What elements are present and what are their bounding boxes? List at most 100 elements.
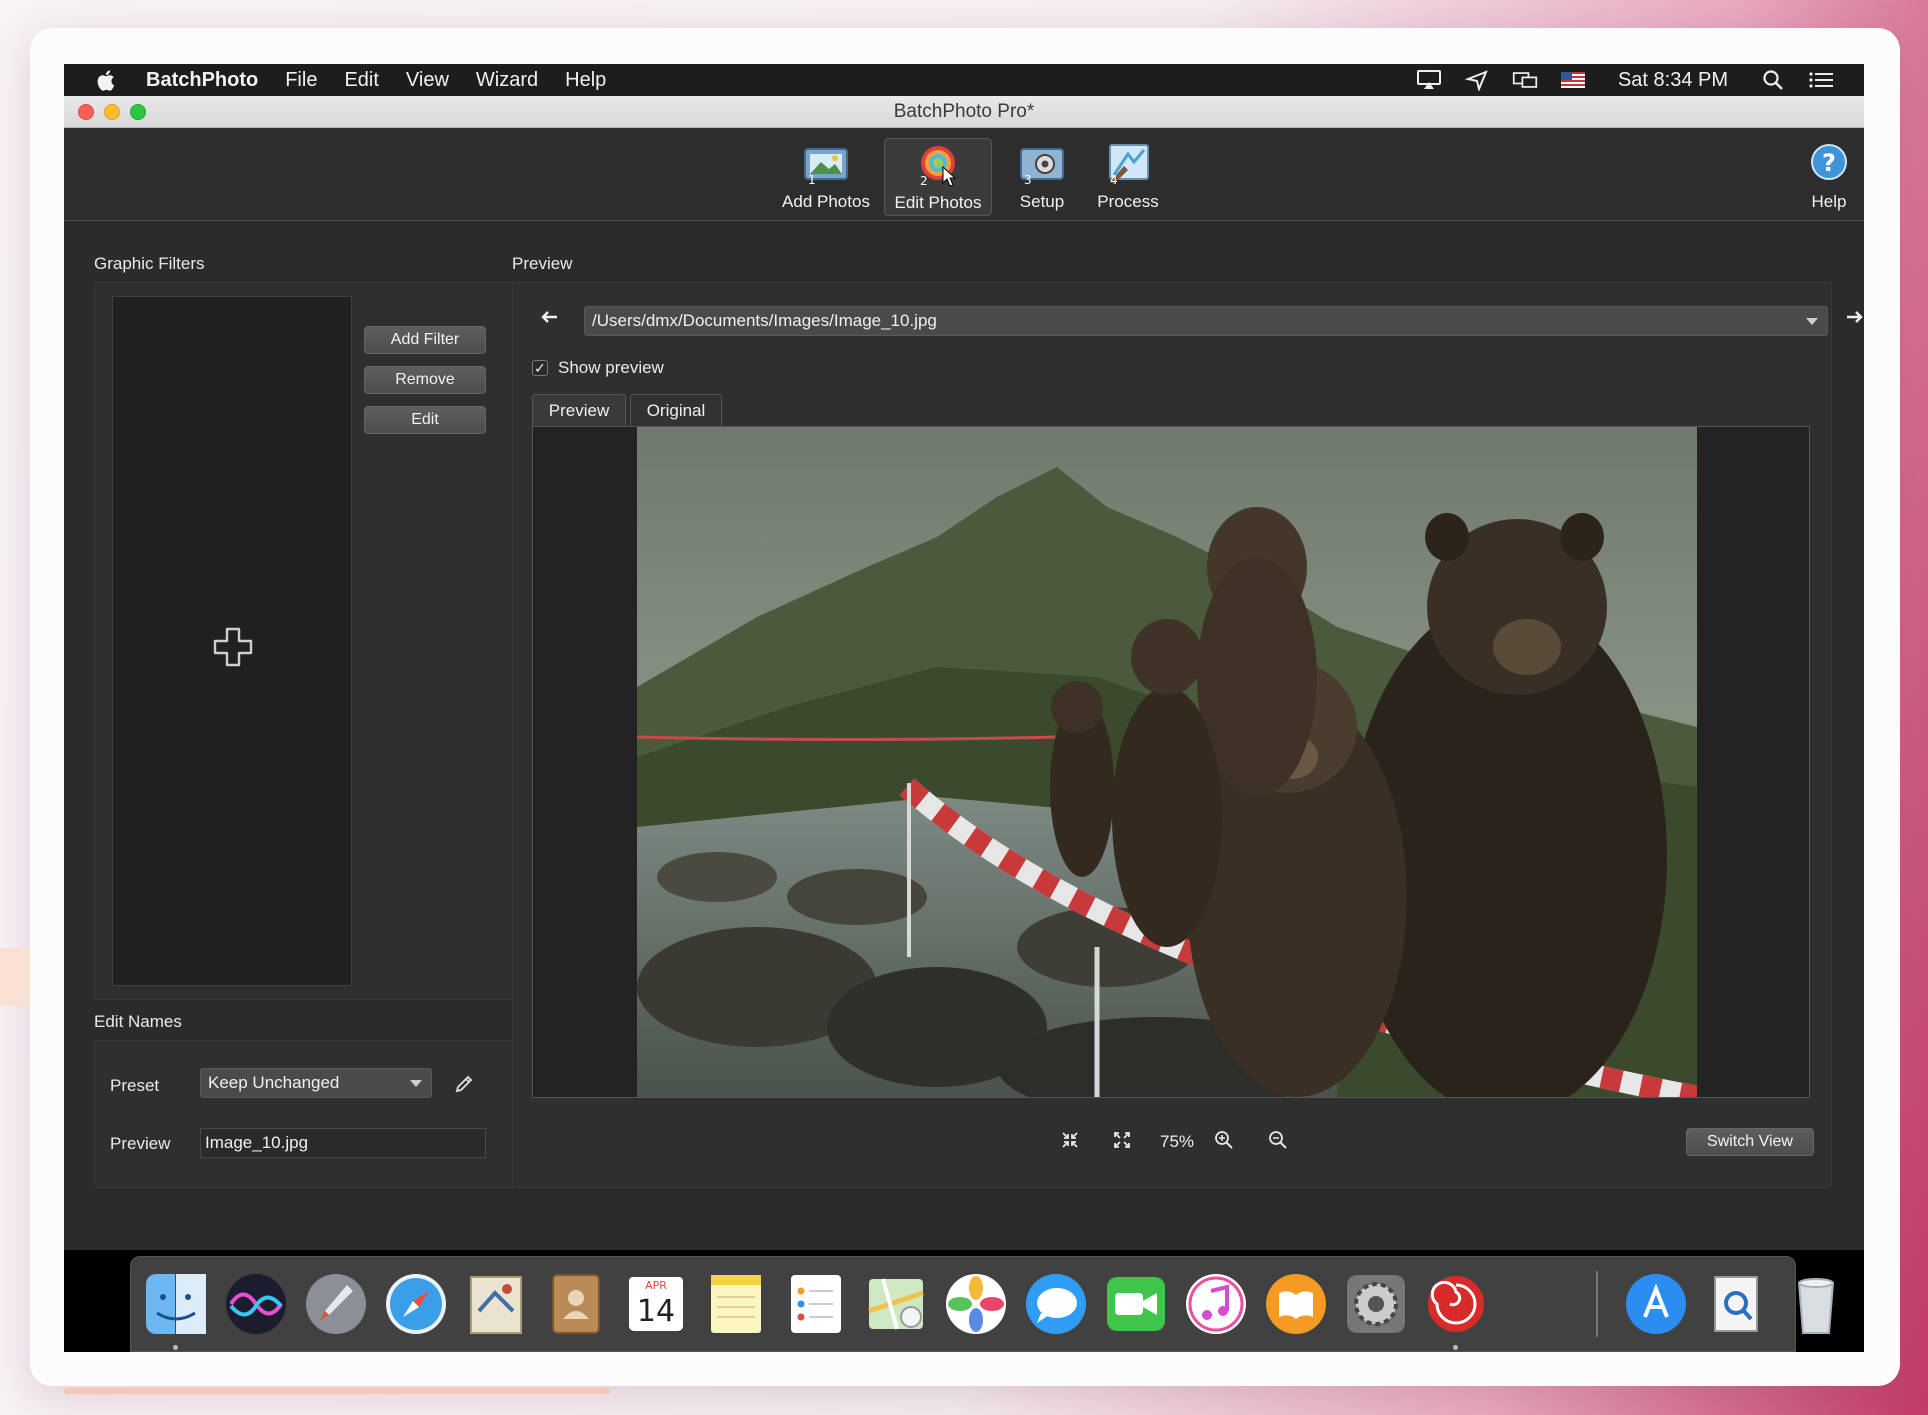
side-decoration — [0, 948, 30, 1006]
chevron-down-icon — [410, 1080, 422, 1087]
image-path-select[interactable]: /Users/dmx/Documents/Images/Image_10.jpg — [584, 306, 1828, 336]
menu-view[interactable]: View — [406, 69, 449, 92]
next-image-button[interactable] — [1842, 306, 1864, 332]
tab-preview[interactable]: Preview — [532, 394, 626, 426]
preview-heading: Preview — [512, 254, 573, 273]
chevron-down-icon — [1806, 318, 1818, 325]
show-preview-label[interactable]: Show preview — [558, 358, 664, 378]
itunes-icon[interactable] — [1183, 1271, 1249, 1337]
facetime-icon[interactable] — [1103, 1271, 1169, 1337]
edit-names-panel — [94, 1040, 568, 1188]
svg-text:?: ? — [1822, 149, 1836, 177]
toolbar-setup-button[interactable]: 3 Setup — [1004, 138, 1080, 216]
system-preferences-icon[interactable] — [1343, 1271, 1409, 1337]
messages-icon[interactable] — [1023, 1271, 1089, 1337]
launchpad-icon[interactable] — [303, 1271, 369, 1337]
name-preview-label: Preview — [110, 1134, 171, 1153]
calendar-icon[interactable]: APR 14 — [623, 1271, 689, 1337]
notification-list-icon[interactable] — [1808, 69, 1834, 91]
expand-arrows-icon — [1113, 1131, 1131, 1154]
dock-area: APR 14 — [64, 1250, 1864, 1352]
toolbar-edit-photos-button[interactable]: 2 Edit Photos — [884, 138, 992, 216]
toolbar-add-photos-label: Add Photos — [782, 192, 870, 211]
toolbar-edit-photos-label: Edit Photos — [894, 193, 982, 212]
calendar-month: APR — [645, 1279, 667, 1292]
edit-photos-icon: 2 — [914, 143, 962, 188]
fit-to-window-button[interactable] — [1056, 1128, 1084, 1156]
siri-icon[interactable] — [223, 1271, 289, 1337]
preset-value: Keep Unchanged — [208, 1073, 340, 1092]
app-store-icon[interactable] — [1623, 1271, 1689, 1337]
name-preview-field: Image_10.jpg — [200, 1128, 486, 1158]
batchphoto-running-dot — [1453, 1345, 1458, 1350]
finder-icon[interactable] — [143, 1271, 209, 1337]
preview-photo — [637, 427, 1697, 1097]
preset-select[interactable]: Keep Unchanged — [200, 1068, 432, 1098]
maps-icon[interactable] — [863, 1271, 929, 1337]
airplay-icon[interactable] — [1416, 69, 1442, 91]
image-path-value: /Users/dmx/Documents/Images/Image_10.jpg — [592, 311, 937, 330]
tab-original[interactable]: Original — [630, 394, 722, 426]
add-photos-icon: 1 — [802, 142, 850, 187]
actual-size-button[interactable] — [1108, 1128, 1136, 1156]
contacts-icon[interactable] — [543, 1271, 609, 1337]
preview-app-icon[interactable] — [1703, 1271, 1769, 1337]
window-title: BatchPhoto Pro* — [893, 100, 1035, 122]
location-icon[interactable] — [1464, 69, 1490, 91]
us-flag-icon[interactable] — [1560, 69, 1586, 91]
remove-filter-button[interactable]: Remove — [364, 366, 486, 394]
menu-edit[interactable]: Edit — [344, 69, 378, 92]
toolbar-process-button[interactable]: 4 Process — [1084, 138, 1172, 216]
collapse-arrows-icon — [1061, 1131, 1079, 1154]
reminders-icon[interactable] — [783, 1271, 849, 1337]
pencil-icon[interactable] — [454, 1074, 474, 1099]
svg-text:4: 4 — [1110, 173, 1118, 186]
ibooks-icon[interactable] — [1263, 1271, 1329, 1337]
bottom-decoration — [64, 1388, 610, 1394]
show-preview-checkbox[interactable]: ✓ — [532, 360, 548, 376]
add-filter-button[interactable]: Add Filter — [364, 326, 486, 354]
window-close-button[interactable] — [78, 104, 94, 120]
menu-app-name[interactable]: BatchPhoto — [146, 69, 258, 92]
toolbar-help-button[interactable]: ? Help — [1806, 138, 1852, 216]
menu-bar: BatchPhoto File Edit View Wizard Help Sa… — [64, 64, 1864, 96]
switch-view-button[interactable]: Switch View — [1686, 1128, 1814, 1156]
dock: APR 14 — [130, 1256, 1835, 1352]
menu-wizard[interactable]: Wizard — [476, 69, 538, 92]
toolbar-add-photos-button[interactable]: 1 Add Photos — [778, 138, 874, 216]
photos-icon[interactable] — [943, 1271, 1009, 1337]
batchphoto-dock-icon[interactable] — [1423, 1271, 1489, 1337]
arrow-left-icon — [540, 310, 558, 329]
mail-icon[interactable] — [463, 1271, 529, 1337]
window-zoom-button[interactable] — [130, 104, 146, 120]
apple-menu-icon[interactable] — [92, 66, 120, 94]
process-icon: 4 — [1104, 142, 1152, 187]
window-title-bar[interactable]: BatchPhoto Pro* — [64, 96, 1864, 128]
main-toolbar: 1 Add Photos 2 Edit Photos 3 Setup 4 Pro… — [64, 128, 1864, 221]
toolbar-process-label: Process — [1097, 192, 1159, 211]
window-minimize-button[interactable] — [104, 104, 120, 120]
notes-icon[interactable] — [703, 1271, 769, 1337]
zoom-in-icon — [1214, 1130, 1234, 1155]
finder-running-dot — [173, 1345, 178, 1350]
menu-clock[interactable]: Sat 8:34 PM — [1618, 69, 1728, 92]
arrow-right-icon — [1846, 310, 1864, 329]
add-filter-plus-icon[interactable] — [211, 625, 255, 674]
trash-icon[interactable] — [1783, 1271, 1849, 1337]
edit-filter-button[interactable]: Edit — [364, 406, 486, 434]
menu-help[interactable]: Help — [565, 69, 606, 92]
svg-text:2: 2 — [920, 174, 928, 187]
zoom-in-button[interactable] — [1210, 1128, 1238, 1156]
zoom-out-button[interactable] — [1264, 1128, 1292, 1156]
svg-text:3: 3 — [1024, 173, 1032, 186]
menu-file[interactable]: File — [285, 69, 317, 92]
filter-list[interactable] — [112, 296, 352, 986]
svg-text:1: 1 — [808, 173, 816, 186]
help-icon: ? — [1809, 142, 1849, 186]
safari-icon[interactable] — [383, 1271, 449, 1337]
display-icon[interactable] — [1512, 69, 1538, 91]
zoom-level: 75% — [1159, 1132, 1195, 1151]
spotlight-icon[interactable] — [1760, 69, 1786, 91]
mac-screen: BatchPhoto File Edit View Wizard Help Sa… — [64, 64, 1864, 1352]
previous-image-button[interactable] — [536, 306, 562, 332]
